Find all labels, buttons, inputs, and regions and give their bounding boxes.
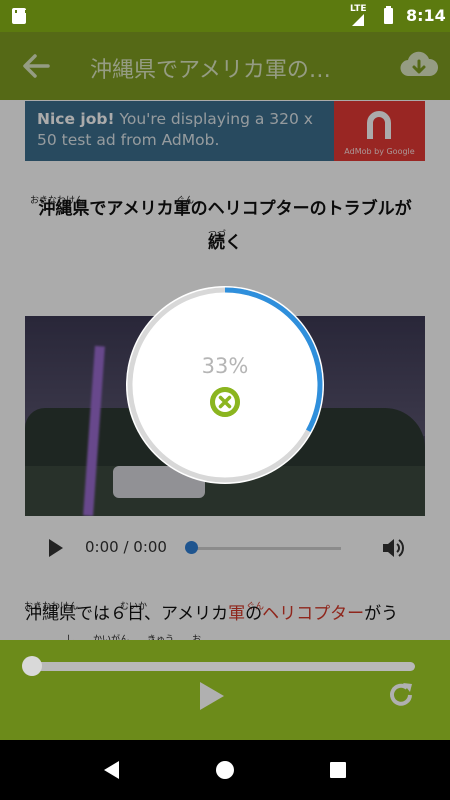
status-bar: LTE 8:14 [0, 0, 450, 32]
cancel-icon[interactable] [210, 387, 240, 417]
play-icon[interactable] [200, 682, 224, 710]
clock: 8:14 [406, 6, 446, 25]
nav-back-icon[interactable] [104, 761, 119, 779]
nav-home-icon[interactable] [216, 761, 234, 779]
progress-ring [127, 287, 323, 483]
network-type: LTE [350, 4, 367, 14]
download-progress-dialog: 33% [126, 286, 324, 484]
player-seek-thumb[interactable] [22, 656, 42, 676]
nav-recents-icon[interactable] [330, 762, 346, 778]
player-seek-track[interactable] [30, 662, 415, 671]
signal-icon [352, 14, 364, 26]
bottom-player [0, 640, 450, 740]
battery-icon [384, 6, 393, 24]
system-nav-bar [0, 740, 450, 800]
sd-card-icon [12, 8, 27, 24]
progress-percent: 33% [201, 354, 249, 378]
repeat-icon[interactable] [386, 680, 416, 710]
